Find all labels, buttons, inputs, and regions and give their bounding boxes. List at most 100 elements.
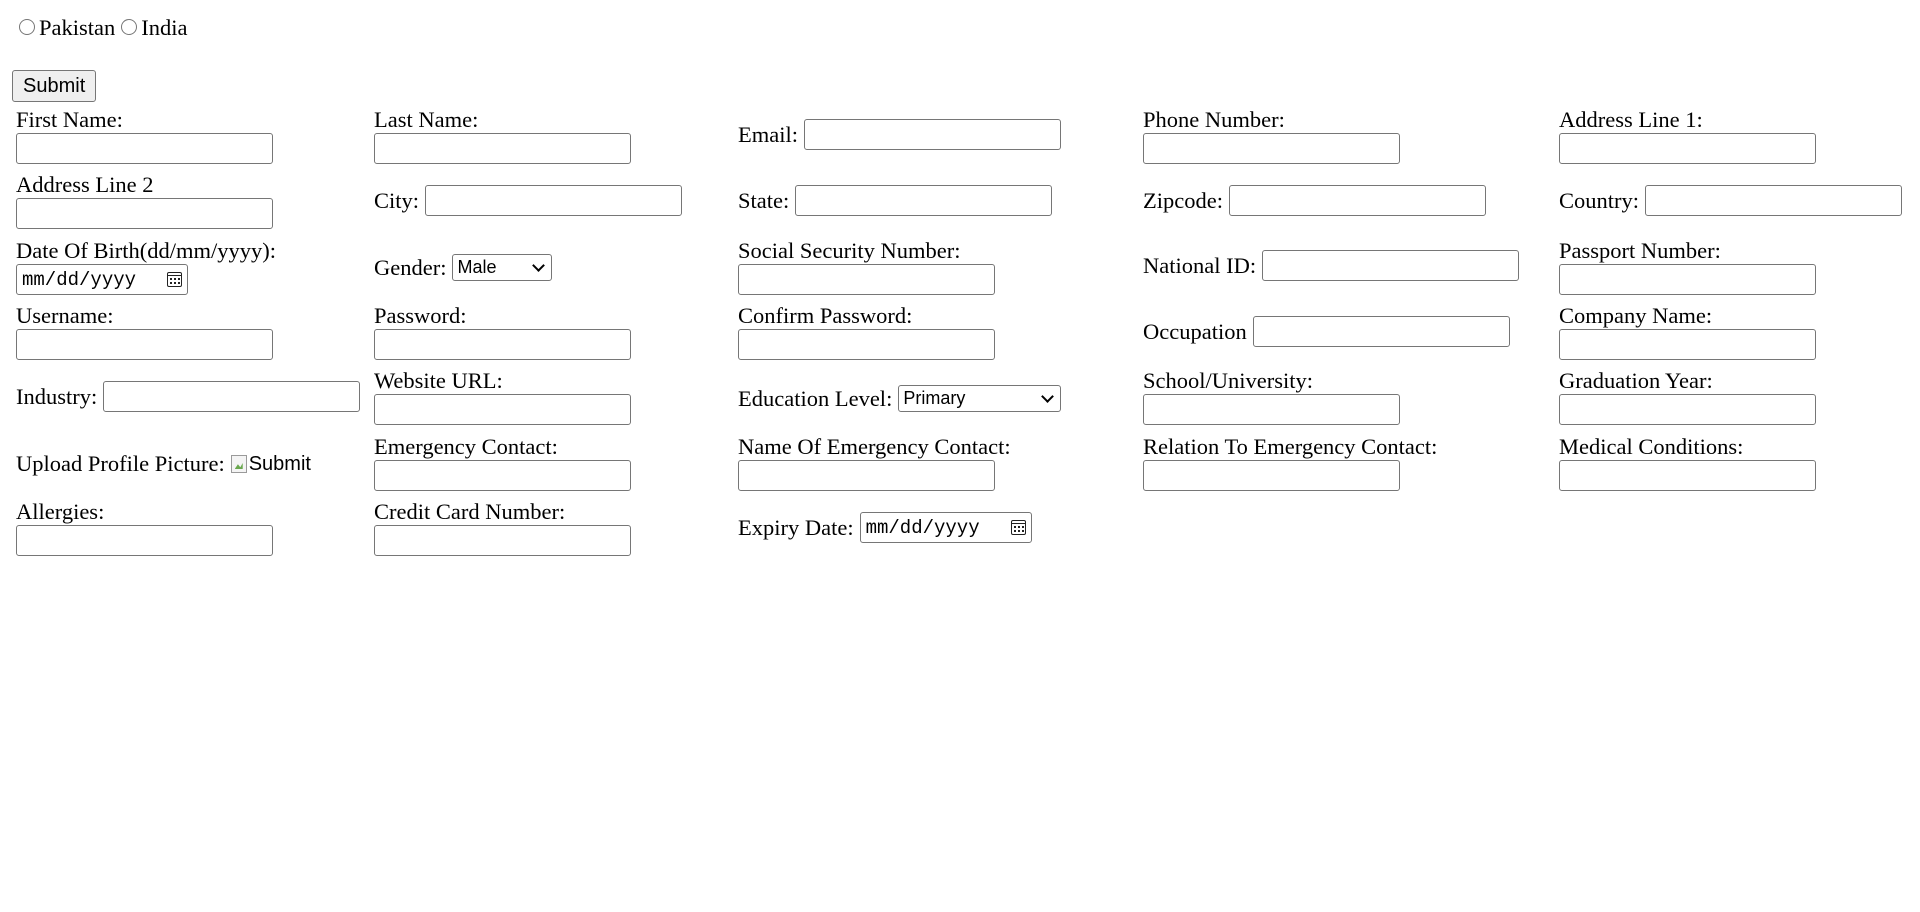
- address1-field: Address Line 1:: [1559, 107, 1816, 164]
- emergency-contact-field: Emergency Contact:: [374, 434, 631, 491]
- emergency-name-input[interactable]: [738, 460, 995, 491]
- state-input[interactable]: [795, 185, 1053, 216]
- address2-label: Address Line 2: [16, 172, 154, 197]
- company-label: Company Name:: [1559, 303, 1713, 328]
- first-name-field: First Name:: [16, 107, 273, 164]
- website-field: Website URL:: [374, 368, 631, 425]
- dob-field: Date Of Birth(dd/mm/yyyy): mm/dd/yyyy: [16, 238, 276, 295]
- passport-label: Passport Number:: [1559, 238, 1721, 263]
- radio-india[interactable]: [121, 19, 138, 35]
- gender-select[interactable]: Male: [452, 254, 553, 281]
- national-id-field: National ID:: [1143, 250, 1520, 281]
- calendar-icon[interactable]: [167, 272, 182, 287]
- zipcode-input[interactable]: [1228, 185, 1486, 216]
- expiry-date-input[interactable]: mm/dd/yyyy: [859, 512, 1032, 543]
- passport-field: Passport Number:: [1559, 238, 1816, 295]
- username-input[interactable]: [16, 329, 273, 360]
- grad-year-input[interactable]: [1559, 394, 1816, 425]
- national-id-input[interactable]: [1262, 250, 1520, 281]
- education-selected-value: Primary: [903, 388, 966, 408]
- medical-label: Medical Conditions:: [1559, 434, 1744, 459]
- emergency-relation-input[interactable]: [1143, 460, 1400, 491]
- allergies-field: Allergies:: [16, 499, 273, 556]
- calendar-icon[interactable]: [1010, 520, 1026, 535]
- username-field: Username:: [16, 303, 273, 360]
- credit-card-input[interactable]: [374, 525, 631, 556]
- gender-label: Gender:: [374, 254, 447, 280]
- upload-picture-label: Upload Profile Picture:: [16, 451, 225, 476]
- confirm-password-field: Confirm Password:: [738, 303, 995, 360]
- emergency-relation-label: Relation To Emergency Contact:: [1143, 434, 1438, 459]
- occupation-input[interactable]: [1252, 316, 1510, 347]
- city-input[interactable]: [425, 185, 683, 216]
- password-field: Password:: [374, 303, 631, 360]
- gender-field: Gender: Male: [374, 254, 553, 281]
- phone-field: Phone Number:: [1143, 107, 1400, 164]
- submit-button[interactable]: Submit: [12, 70, 97, 102]
- medical-input[interactable]: [1559, 460, 1816, 491]
- medical-field: Medical Conditions:: [1559, 434, 1816, 491]
- city-label: City:: [374, 187, 420, 213]
- last-name-label: Last Name:: [374, 107, 479, 132]
- first-name-input[interactable]: [16, 133, 273, 164]
- industry-input[interactable]: [103, 381, 361, 412]
- username-label: Username:: [16, 303, 114, 328]
- education-select[interactable]: Primary: [898, 385, 1062, 412]
- national-id-label: National ID:: [1143, 252, 1257, 278]
- email-input[interactable]: [804, 119, 1061, 150]
- education-field: Education Level: Primary: [738, 385, 1062, 412]
- upload-image-button[interactable]: Submit: [230, 452, 311, 476]
- country-label: Country:: [1559, 187, 1640, 213]
- company-input[interactable]: [1559, 329, 1816, 360]
- website-input[interactable]: [374, 394, 631, 425]
- occupation-label: Occupation: [1143, 318, 1247, 344]
- allergies-label: Allergies:: [16, 499, 105, 524]
- state-label: State:: [738, 187, 790, 213]
- address2-input[interactable]: [16, 198, 273, 229]
- expiry-field: Expiry Date: mm/dd/yyyy: [738, 512, 1032, 543]
- radio-pakistan-label: Pakistan: [39, 15, 116, 40]
- confirm-password-input[interactable]: [738, 329, 995, 360]
- emergency-name-label: Name Of Emergency Contact:: [738, 434, 1011, 459]
- password-label: Password:: [374, 303, 467, 328]
- radio-india-label: India: [141, 15, 188, 40]
- last-name-field: Last Name:: [374, 107, 631, 164]
- company-field: Company Name:: [1559, 303, 1816, 360]
- credit-card-label: Credit Card Number:: [374, 499, 566, 524]
- emergency-relation-field: Relation To Emergency Contact:: [1143, 434, 1437, 491]
- passport-input[interactable]: [1559, 264, 1816, 295]
- ssn-field: Social Security Number:: [738, 238, 995, 295]
- ssn-input[interactable]: [738, 264, 995, 295]
- industry-field: Industry:: [16, 381, 361, 412]
- radio-pakistan[interactable]: [19, 19, 35, 35]
- occupation-field: Occupation: [1143, 316, 1510, 347]
- school-input[interactable]: [1143, 394, 1400, 425]
- school-label: School/University:: [1143, 368, 1313, 393]
- ssn-label: Social Security Number:: [738, 238, 961, 263]
- registration-page: Pakistan India Submit First Name: Last N…: [0, 0, 1920, 912]
- country-input[interactable]: [1645, 185, 1903, 216]
- allergies-input[interactable]: [16, 525, 273, 556]
- dob-placeholder: mm/dd/yyyy: [22, 268, 137, 291]
- expiry-label: Expiry Date:: [738, 514, 854, 540]
- phone-label: Phone Number:: [1143, 107, 1285, 132]
- last-name-input[interactable]: [374, 133, 631, 164]
- zipcode-field: Zipcode:: [1143, 185, 1486, 216]
- emergency-contact-input[interactable]: [374, 460, 631, 491]
- password-input[interactable]: [374, 329, 631, 360]
- education-label: Education Level:: [738, 385, 893, 411]
- zipcode-label: Zipcode:: [1143, 187, 1223, 213]
- upload-image-alt-text: Submit: [248, 452, 311, 475]
- industry-label: Industry:: [16, 383, 98, 409]
- grad-year-field: Graduation Year:: [1559, 368, 1816, 425]
- emergency-contact-label: Emergency Contact:: [374, 434, 558, 459]
- phone-input[interactable]: [1143, 133, 1400, 164]
- email-field: Email:: [738, 119, 1061, 150]
- address1-input[interactable]: [1559, 133, 1816, 164]
- expiry-placeholder: mm/dd/yyyy: [865, 516, 980, 539]
- dob-date-input[interactable]: mm/dd/yyyy: [16, 264, 188, 295]
- broken-image-icon: [230, 455, 247, 473]
- country-field: Country:: [1559, 185, 1903, 216]
- emergency-name-field: Name Of Emergency Contact:: [738, 434, 1011, 491]
- country-radio-group: Pakistan India: [17, 13, 191, 43]
